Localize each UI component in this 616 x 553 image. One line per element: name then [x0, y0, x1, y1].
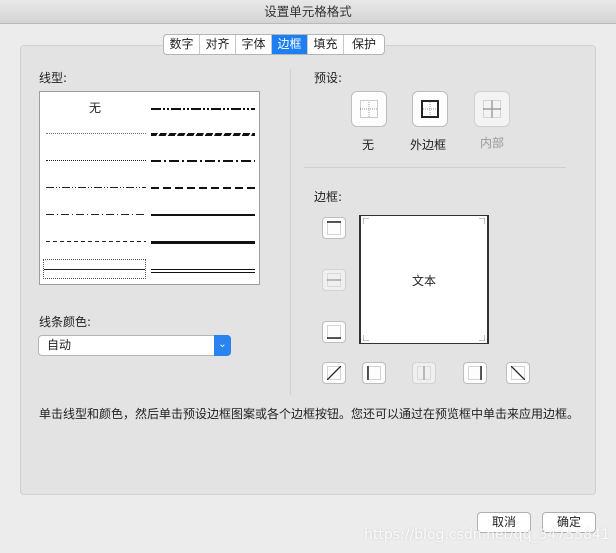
- instruction-text: 单击线型和颜色，然后单击预设边框图案或各个边框按钮。您还可以通过在预览框中单击来…: [39, 407, 580, 421]
- corner-mark-icon: [363, 335, 369, 341]
- line-style-label: 线型:: [39, 71, 68, 85]
- line-style-list: 无: [39, 91, 260, 285]
- diagonal-down-icon: [511, 366, 525, 380]
- preset-none-icon: [360, 100, 378, 118]
- line-style-medium-dashed[interactable]: [151, 180, 255, 194]
- line-color-select[interactable]: 自动 ⌄: [38, 335, 231, 356]
- tab-bar: 数字 对齐 字体 边框 填充 保护: [163, 34, 385, 55]
- preset-inside-icon: [483, 100, 501, 118]
- line-style-none[interactable]: 无: [45, 101, 145, 115]
- corner-mark-icon: [363, 218, 369, 224]
- line-style-dashed[interactable]: [46, 234, 146, 248]
- diagonal-up-icon: [327, 366, 341, 380]
- corner-mark-icon: [479, 218, 485, 224]
- watermark: https://blog.csdn.net/qq_34755841: [364, 527, 610, 543]
- border-preview[interactable]: 文本: [359, 215, 489, 344]
- border-diagonal-up-button[interactable]: [322, 362, 346, 384]
- border-label: 边框:: [314, 190, 343, 204]
- line-style-double[interactable]: [151, 262, 255, 276]
- tab-border[interactable]: 边框: [272, 35, 308, 54]
- preset-none-label: 无: [362, 138, 375, 152]
- border-right-icon: [468, 366, 482, 380]
- tab-number[interactable]: 数字: [164, 35, 200, 54]
- preset-none-button[interactable]: [351, 91, 387, 127]
- border-left-button[interactable]: [362, 362, 386, 384]
- line-style-medium-solid[interactable]: [151, 207, 255, 221]
- line-style-none-label: 无: [88, 101, 101, 115]
- tab-fill[interactable]: 填充: [308, 35, 344, 54]
- preset-outline-icon: [421, 100, 439, 118]
- border-inside-horizontal-button: [322, 269, 346, 291]
- border-bottom-icon: [327, 325, 341, 339]
- line-style-hairline[interactable]: [46, 126, 146, 140]
- border-top-icon: [327, 221, 341, 235]
- preset-inside-label: 内部: [480, 136, 505, 150]
- tab-alignment[interactable]: 对齐: [200, 35, 236, 54]
- border-right-button[interactable]: [463, 362, 487, 384]
- presets-label: 预设:: [314, 71, 343, 85]
- border-inside-vertical-icon: [417, 366, 431, 380]
- corner-mark-icon: [479, 335, 485, 341]
- line-color-value: 自动: [47, 338, 72, 352]
- line-style-dotted[interactable]: [46, 153, 146, 167]
- line-color-label: 线条颜色:: [39, 315, 92, 329]
- border-diagonal-down-button[interactable]: [506, 362, 530, 384]
- line-style-dash-dot[interactable]: [46, 207, 146, 221]
- line-style-medium-dash-dot-dot[interactable]: [151, 101, 255, 115]
- section-divider: [304, 167, 566, 168]
- preset-inside-button: [474, 91, 510, 127]
- line-style-medium-dash-dot[interactable]: [151, 153, 255, 167]
- preset-outline-label: 外边框: [410, 138, 447, 152]
- line-style-thick-solid[interactable]: [151, 234, 255, 248]
- tab-font[interactable]: 字体: [236, 35, 272, 54]
- preset-outline-button[interactable]: [412, 91, 448, 127]
- line-style-dash-dot-dot[interactable]: [46, 180, 146, 194]
- border-inside-vertical-button: [412, 362, 436, 384]
- tab-protection[interactable]: 保护: [344, 35, 384, 54]
- chevron-updown-icon: ⌄: [214, 335, 231, 356]
- line-style-thin-solid[interactable]: [43, 259, 146, 279]
- border-inside-horizontal-icon: [327, 273, 341, 287]
- border-left-icon: [367, 366, 381, 380]
- preview-text: 文本: [411, 274, 436, 288]
- border-bottom-button[interactable]: [322, 321, 346, 343]
- window-title: 设置单元格格式: [264, 4, 352, 19]
- column-divider: [290, 69, 291, 395]
- border-top-button[interactable]: [322, 217, 346, 239]
- window-titlebar: 设置单元格格式: [0, 0, 616, 24]
- line-style-slant-dash-dot[interactable]: [151, 126, 255, 140]
